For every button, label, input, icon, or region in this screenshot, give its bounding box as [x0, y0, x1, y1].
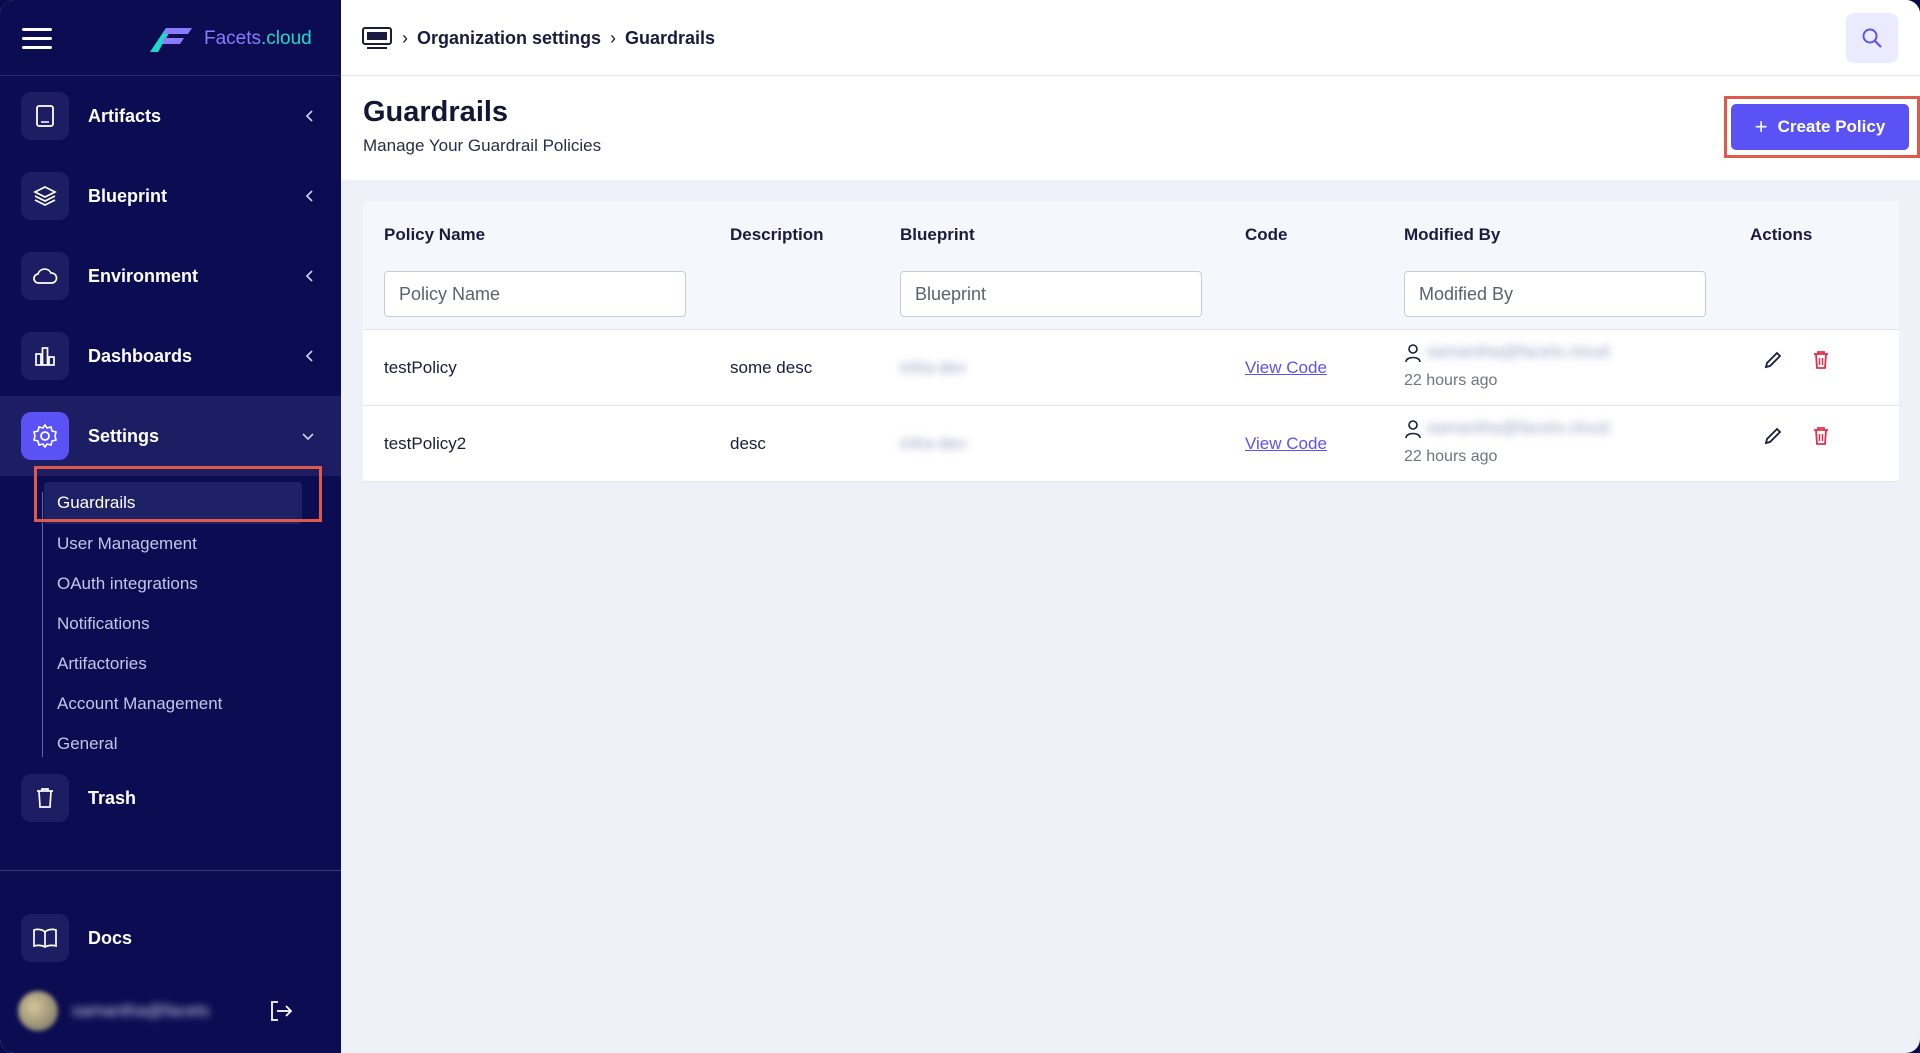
- submenu-item-user-management[interactable]: User Management: [0, 524, 341, 564]
- policies-table: Policy Name Description Blueprint Code M…: [363, 201, 1899, 482]
- modified-by-cell: samantha@facets.cloud: [1404, 342, 1609, 363]
- user-icon: [1405, 343, 1421, 362]
- description-cell: some desc: [730, 358, 813, 377]
- sidebar-item-label: Blueprint: [88, 185, 167, 206]
- column-header-actions: Actions: [1750, 225, 1813, 244]
- column-header-modified-by: Modified By: [1404, 225, 1501, 244]
- breadcrumb-current: Guardrails: [625, 27, 716, 48]
- search-icon: [1862, 28, 1882, 48]
- sidebar: Facets.cloud Artifacts Blueprint Environ…: [0, 0, 341, 1053]
- settings-submenu: Guardrails User Management OAuth integra…: [0, 482, 341, 764]
- sidebar-item-docs[interactable]: Docs: [0, 898, 341, 978]
- view-code-link[interactable]: View Code: [1245, 358, 1327, 378]
- policy-name-cell: testPolicy: [384, 358, 457, 377]
- logo[interactable]: Facets.cloud: [150, 24, 312, 54]
- page-title: Guardrails: [363, 96, 509, 128]
- breadcrumb-organization-settings[interactable]: Organization settings: [417, 28, 601, 49]
- sidebar-item-settings[interactable]: Settings: [0, 396, 341, 476]
- submenu-item-artifactories[interactable]: Artifactories: [0, 644, 341, 684]
- submenu-item-guardrails[interactable]: Guardrails: [44, 482, 302, 524]
- gear-icon: [21, 412, 69, 460]
- modified-time: 22 hours ago: [1404, 448, 1498, 465]
- menu-icon[interactable]: [22, 28, 52, 50]
- chevron-left-icon: [305, 190, 313, 202]
- top-bar: › Organization settings › Guardrails: [341, 0, 1920, 76]
- policy-name-cell: testPolicy2: [384, 434, 467, 453]
- modified-by-filter-input[interactable]: [1404, 271, 1706, 317]
- submenu-item-account-management[interactable]: Account Management: [0, 684, 341, 724]
- edit-icon[interactable]: [1763, 350, 1783, 370]
- sidebar-header: Facets.cloud: [0, 0, 341, 76]
- chevron-left-icon: [305, 350, 313, 362]
- user-icon: [1405, 419, 1421, 438]
- chevron-down-icon: [302, 433, 314, 441]
- modified-by-user: samantha@facets.cloud: [1426, 342, 1610, 361]
- policy-name-filter-input[interactable]: [384, 271, 686, 317]
- sidebar-divider: [0, 870, 341, 871]
- column-header-blueprint: Blueprint: [900, 225, 975, 244]
- breadcrumb-separator: ›: [610, 27, 617, 48]
- description-cell: desc: [730, 434, 766, 453]
- submenu-item-notifications[interactable]: Notifications: [0, 604, 341, 644]
- column-header-description: Description: [730, 225, 824, 244]
- bar-chart-icon: [21, 332, 69, 380]
- sidebar-item-artifacts[interactable]: Artifacts: [0, 76, 341, 156]
- create-policy-button[interactable]: + Create Policy: [1731, 104, 1909, 150]
- modified-by-cell: samantha@facets.cloud: [1404, 418, 1609, 439]
- breadcrumb-separator: ›: [402, 27, 408, 48]
- edit-icon[interactable]: [1763, 426, 1783, 446]
- blueprint-filter-input[interactable]: [900, 271, 1202, 317]
- view-code-link[interactable]: View Code: [1245, 434, 1327, 454]
- modified-time: 22 hours ago: [1404, 372, 1498, 389]
- username: samantha@facets: [72, 1001, 210, 1020]
- chevron-left-icon: [305, 270, 313, 282]
- blueprint-cell: infra-dev: [900, 358, 967, 377]
- cloud-icon: [21, 252, 69, 300]
- sidebar-item-label: Artifacts: [88, 105, 162, 126]
- layers-icon: [21, 172, 69, 220]
- book-icon: [21, 92, 69, 140]
- column-header-policy-name: Policy Name: [384, 225, 486, 244]
- sidebar-item-blueprint[interactable]: Blueprint: [0, 156, 341, 236]
- chevron-left-icon: [305, 110, 313, 122]
- search-button[interactable]: [1846, 13, 1898, 63]
- sidebar-item-label: Settings: [88, 425, 160, 446]
- delete-icon[interactable]: [1812, 350, 1830, 370]
- plus-icon: +: [1754, 114, 1768, 139]
- sidebar-item-label: Trash: [88, 787, 137, 808]
- table-header: Policy Name Description Blueprint Code M…: [363, 201, 1899, 330]
- sidebar-item-label: Dashboards: [88, 345, 193, 366]
- breadcrumb: › Organization settings › Guardrails: [361, 26, 715, 50]
- sidebar-item-label: Docs: [88, 927, 133, 948]
- table-row: testPolicy some desc infra-dev View Code…: [363, 330, 1899, 406]
- modified-by-user: samantha@facets.cloud: [1426, 418, 1610, 437]
- column-header-code: Code: [1245, 225, 1288, 244]
- delete-icon[interactable]: [1812, 426, 1830, 446]
- avatar[interactable]: [18, 991, 58, 1031]
- page-subtitle: Manage Your Guardrail Policies: [363, 136, 602, 155]
- sidebar-item-label: Environment: [88, 265, 199, 286]
- logout-icon[interactable]: [268, 999, 294, 1023]
- trash-icon: [21, 774, 69, 822]
- blueprint-cell: infra-dev: [900, 434, 967, 453]
- submenu-item-oauth-integrations[interactable]: OAuth integrations: [0, 564, 341, 604]
- demo-monitor-icon[interactable]: [361, 26, 393, 50]
- sidebar-item-dashboards[interactable]: Dashboards: [0, 316, 341, 396]
- facets-logo-icon: [150, 28, 192, 52]
- sidebar-nav: Artifacts Blueprint Environment Dashboar…: [0, 76, 341, 764]
- table-row: testPolicy2 desc infra-dev View Code sam…: [363, 406, 1899, 482]
- sidebar-item-trash[interactable]: Trash: [0, 758, 341, 838]
- logo-text: Facets.cloud: [204, 28, 312, 49]
- user-profile: samantha@facets: [18, 990, 328, 1032]
- create-policy-label: Create Policy: [1777, 117, 1886, 136]
- open-book-icon: [21, 914, 69, 962]
- sidebar-item-environment[interactable]: Environment: [0, 236, 341, 316]
- page-header: Guardrails Manage Your Guardrail Policie…: [341, 76, 1920, 180]
